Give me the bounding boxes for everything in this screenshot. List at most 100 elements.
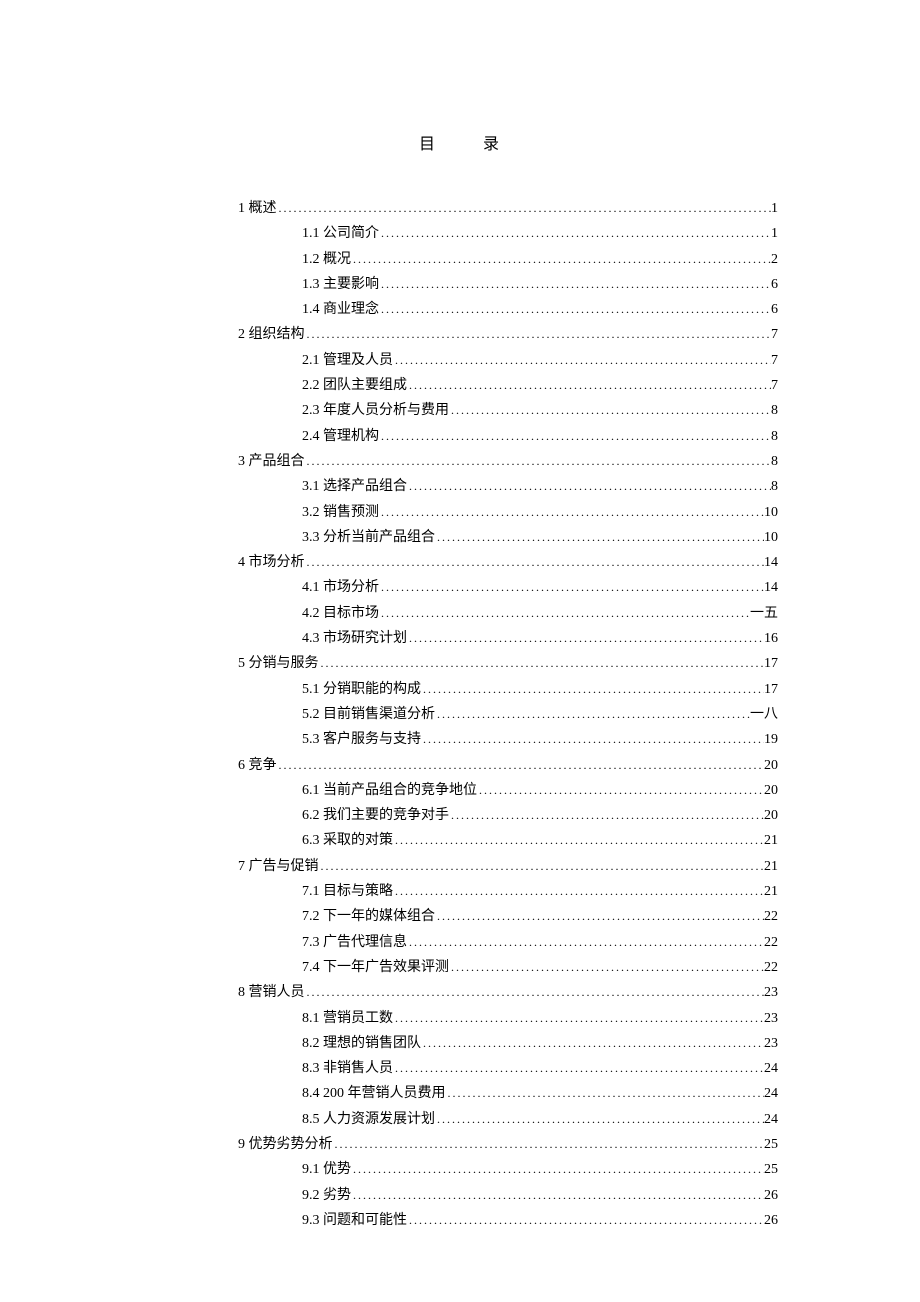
toc-entry-page: 2: [771, 248, 778, 272]
toc-entry: 5.2 目前销售渠道分析一八: [142, 702, 778, 727]
toc-entry: 3.1 选择产品组合 8: [142, 474, 778, 499]
toc-entry-label: 7.1 目标与策略: [302, 880, 393, 904]
toc-entry-page: 8: [771, 425, 778, 449]
toc-leader-dots: [421, 677, 764, 701]
toc-entry-label: 7.2 下一年的媒体组合: [302, 905, 435, 929]
toc-leader-dots: [351, 1183, 764, 1207]
toc-entry-label: 4.1 市场分析: [302, 576, 379, 600]
toc-entry: 6.2 我们主要的竞争对手20: [142, 803, 778, 828]
toc-entry-label: 3.1 选择产品组合: [302, 475, 407, 499]
toc-entry-page: 19: [764, 728, 778, 752]
toc-entry: 3 产品组合8: [142, 449, 778, 474]
toc-entry: 7.4 下一年广告效果评测 22: [142, 955, 778, 980]
toc-entry: 1.1 公司简介1: [142, 221, 778, 246]
toc-entry-label: 5 分销与服务: [238, 652, 319, 676]
toc-entry-page: 22: [764, 956, 778, 980]
toc-entry-label: 9.1 优势: [302, 1158, 351, 1182]
toc-entry-label: 5.2 目前销售渠道分析: [302, 703, 435, 727]
toc-entry: 8.5 人力资源发展计划 24: [142, 1107, 778, 1132]
toc-entry-label: 2.3 年度人员分析与费用: [302, 399, 449, 423]
toc-entry-label: 7 广告与促销: [238, 855, 319, 879]
toc-entry: 7.2 下一年的媒体组合22: [142, 904, 778, 929]
toc-leader-dots: [319, 651, 765, 675]
toc-entry: 8.1 营销员工数 23: [142, 1006, 778, 1031]
toc-entry: 3.3 分析当前产品组合 10: [142, 525, 778, 550]
toc-entry-label: 2 组织结构: [238, 323, 305, 347]
toc-entry-page: 一五: [750, 602, 778, 626]
toc-entry: 5 分销与服务17: [142, 651, 778, 676]
toc-entry: 5.3 客户服务与支持19: [142, 727, 778, 752]
toc-entry-page: 10: [764, 526, 778, 550]
toc-entry-page: 8: [771, 475, 778, 499]
toc-leader-dots: [379, 297, 771, 321]
toc-entry: 9.3 问题和可能性26: [142, 1208, 778, 1233]
toc-entry-page: 6: [771, 273, 778, 297]
toc-entry-label: 8.1 营销员工数: [302, 1007, 393, 1031]
toc-entry: 1 概述 1: [142, 196, 778, 221]
toc-entry: 2.2 团队主要组成 7: [142, 373, 778, 398]
toc-entry: 4.1 市场分析14: [142, 575, 778, 600]
toc-entry-label: 9.2 劣势: [302, 1184, 351, 1208]
toc-leader-dots: [277, 753, 765, 777]
toc-entry-label: 3.2 销售预测: [302, 501, 379, 525]
table-of-contents: 1 概述11.1 公司简介11.2 概况21.3 主要影响61.4 商业理念62…: [142, 196, 778, 1233]
toc-entry-page: 22: [764, 931, 778, 955]
toc-leader-dots: [351, 1157, 764, 1181]
toc-leader-dots: [446, 1081, 765, 1105]
toc-entry: 7 广告与促销 21: [142, 854, 778, 879]
toc-entry-page: 24: [764, 1108, 778, 1132]
toc-entry-page: 23: [764, 981, 778, 1005]
toc-leader-dots: [435, 1107, 764, 1131]
toc-entry-page: 20: [764, 779, 778, 803]
toc-entry-page: 21: [764, 880, 778, 904]
toc-entry-label: 1 概述: [238, 197, 277, 221]
toc-entry: 9.1 优势25: [142, 1157, 778, 1182]
toc-entry: 7.1 目标与策略 21: [142, 879, 778, 904]
toc-entry-page: 7: [771, 349, 778, 373]
toc-entry: 2.1 管理及人员7: [142, 348, 778, 373]
toc-leader-dots: [407, 626, 764, 650]
toc-leader-dots: [379, 575, 764, 599]
toc-leader-dots: [351, 247, 771, 271]
toc-leader-dots: [277, 196, 772, 220]
toc-leader-dots: [393, 348, 771, 372]
toc-entry-page: 26: [764, 1184, 778, 1208]
toc-entry-label: 6.2 我们主要的竞争对手: [302, 804, 449, 828]
toc-entry-label: 8.5 人力资源发展计划: [302, 1108, 435, 1132]
toc-entry: 6.3 采取的对策21: [142, 828, 778, 853]
toc-entry-page: 6: [771, 298, 778, 322]
toc-entry-label: 5.1 分销职能的构成: [302, 678, 421, 702]
toc-entry-label: 8.3 非销售人员: [302, 1057, 393, 1081]
title-right: 录: [483, 136, 501, 153]
toc-entry-page: 26: [764, 1209, 778, 1233]
toc-entry: 7.3 广告代理信息 22: [142, 930, 778, 955]
toc-entry: 9 优势劣势分析25: [142, 1132, 778, 1157]
toc-entry-page: 20: [764, 754, 778, 778]
toc-entry-page: 23: [764, 1007, 778, 1031]
toc-leader-dots: [393, 879, 764, 903]
toc-leader-dots: [407, 1208, 764, 1232]
toc-leader-dots: [305, 449, 772, 473]
toc-entry-page: 23: [764, 1032, 778, 1056]
toc-entry-label: 6.3 采取的对策: [302, 829, 393, 853]
toc-entry: 8 营销人员23: [142, 980, 778, 1005]
toc-entry-page: 1: [771, 197, 778, 221]
toc-entry: 5.1 分销职能的构成17: [142, 677, 778, 702]
toc-entry-label: 7.4 下一年广告效果评测: [302, 956, 449, 980]
toc-entry-page: 21: [764, 855, 778, 879]
toc-entry-label: 8.2 理想的销售团队: [302, 1032, 421, 1056]
toc-entry-label: 1.4 商业理念: [302, 298, 379, 322]
toc-leader-dots: [435, 525, 764, 549]
toc-entry-page: 7: [771, 374, 778, 398]
toc-leader-dots: [305, 322, 772, 346]
toc-entry-label: 7.3 广告代理信息: [302, 931, 407, 955]
toc-entry-label: 3.3 分析当前产品组合: [302, 526, 435, 550]
toc-entry-label: 8.4 200 年营销人员费用: [302, 1082, 446, 1106]
toc-entry: 1.3 主要影响6: [142, 272, 778, 297]
toc-leader-dots: [319, 854, 765, 878]
toc-leader-dots: [379, 601, 750, 625]
toc-leader-dots: [379, 424, 771, 448]
toc-leader-dots: [305, 980, 765, 1004]
toc-entry: 6 竞争20: [142, 753, 778, 778]
toc-entry-label: 2.2 团队主要组成: [302, 374, 407, 398]
